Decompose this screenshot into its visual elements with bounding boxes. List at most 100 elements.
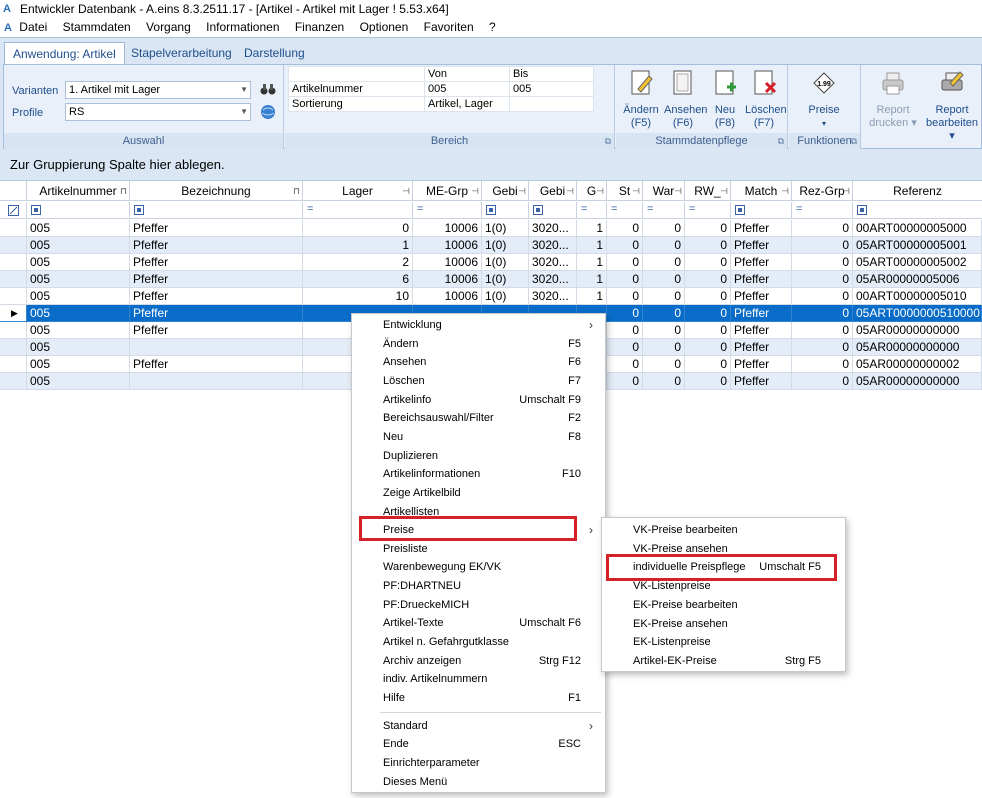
context-menu-item[interactable]: Artikel-Texte Umschalt F6 [352,614,605,633]
cell-referenz[interactable]: 05AR00000005006 [853,271,982,288]
cell-st[interactable]: 0 [607,271,643,288]
binoculars-icon[interactable] [260,82,276,96]
filter-lager[interactable]: = [303,202,413,219]
profile-combo[interactable]: RS ▼ [65,103,251,121]
cell-gebi-2[interactable]: 3020... [529,237,577,254]
submenu-item[interactable]: VK-Preise bearbeiten [602,521,845,540]
cell-st[interactable]: 0 [607,288,643,305]
dialog-launcher-icon[interactable]: ⧉ [851,136,857,147]
report-drucken-button[interactable]: Report drucken ▾ [868,69,918,130]
context-menu-item[interactable]: Ansehen F6 [352,353,605,372]
menu-vorgang[interactable]: Vorgang [146,20,191,34]
cell-rez-grp[interactable]: 0 [792,271,853,288]
table-row[interactable]: 005 Pfeffer 6 10006 1(0) 3020... 1 0 0 0 Pfeffer 0 0… [0,271,982,288]
cell-referenz[interactable]: 05AR00000000000 [853,339,982,356]
cell-artikelnummer[interactable]: 005 [27,356,130,373]
cell-bezeichnung[interactable] [130,339,303,356]
context-menu-item[interactable]: Dieses Menü [352,773,605,792]
cell-g[interactable]: 1 [577,271,607,288]
cell-st[interactable]: 0 [607,373,643,390]
cell-rez-grp[interactable]: 0 [792,339,853,356]
cell-match[interactable]: Pfeffer [731,356,792,373]
cell-rez-grp[interactable]: 0 [792,322,853,339]
cell-gebi-2[interactable]: 3020... [529,220,577,237]
cell-referenz[interactable]: 05ART00000005002 [853,254,982,271]
col-st[interactable]: St ⊣ [607,181,643,201]
context-menu-item[interactable]: PF:DrueckeMICH [352,596,605,615]
table-row[interactable]: 005 Pfeffer 10 10006 1(0) 3020... 1 0 0 0 Pfeffer 0… [0,288,982,305]
aendern-button[interactable]: Ändern (F5) [622,69,660,130]
row-indicator[interactable] [0,271,27,288]
loeschen-button[interactable]: Löschen (F7) [745,69,787,130]
cell-g[interactable]: 1 [577,288,607,305]
submenu-item[interactable]: EK-Preise ansehen [602,615,845,634]
context-menu-item[interactable]: Zeige Artikelbild [352,484,605,503]
cell-artikelnummer[interactable]: 005 [27,322,130,339]
cell-war[interactable]: 0 [643,288,685,305]
cell-lager[interactable]: 0 [303,220,413,237]
submenu-item[interactable]: EK-Listenpreise [602,633,845,652]
context-menu-item[interactable]: Löschen F7 [352,372,605,391]
cell-rez-grp[interactable]: 0 [792,305,853,322]
neu-button[interactable]: Neu (F8) [706,69,744,130]
cell-match[interactable]: Pfeffer [731,322,792,339]
cell-me-grp[interactable]: 10006 [413,220,482,237]
cell-st[interactable]: 0 [607,237,643,254]
cell-bezeichnung[interactable]: Pfeffer [130,220,303,237]
cell-gebi-1[interactable]: 1(0) [482,271,529,288]
cell-referenz[interactable]: 05AR00000000000 [853,373,982,390]
cell-gebi-2[interactable]: 3020... [529,288,577,305]
filter-match[interactable] [731,202,792,219]
cell-st[interactable]: 0 [607,305,643,322]
cell-bezeichnung[interactable]: Pfeffer [130,237,303,254]
bereich-von-field[interactable]: Artikel, Lager [424,96,510,112]
cell-war[interactable]: 0 [643,271,685,288]
filter-bezeichnung[interactable] [130,202,303,219]
context-menu-item[interactable]: indiv. Artikelnummern [352,670,605,689]
col-artikelnummer[interactable]: Artikelnummer ⊓ [27,181,130,201]
cell-referenz[interactable]: 05ART0000000510000 [853,305,982,322]
col-match[interactable]: Match ⊣ [731,181,792,201]
globe-icon[interactable] [260,104,276,120]
cell-rw[interactable]: 0 [685,288,731,305]
cell-rw[interactable]: 0 [685,339,731,356]
table-row[interactable]: 005 Pfeffer 2 10006 1(0) 3020... 1 0 0 0 Pfeffer 0 0… [0,254,982,271]
cell-artikelnummer[interactable]: 005 [27,271,130,288]
cell-war[interactable]: 0 [643,356,685,373]
table-row[interactable]: 005 Pfeffer 0 10006 1(0) 3020... 1 0 0 0 Pfeffer 0 0… [0,220,982,237]
filter-g[interactable]: = [577,202,607,219]
cell-match[interactable]: Pfeffer [731,305,792,322]
report-bearbeiten-button[interactable]: Report bearbeiten ▾ [922,69,982,143]
filter-gebi-1[interactable] [482,202,529,219]
context-menu-item[interactable]: Neu F8 [352,428,605,447]
cell-gebi-2[interactable]: 3020... [529,271,577,288]
cell-st[interactable]: 0 [607,339,643,356]
cell-artikelnummer[interactable]: 005 [27,288,130,305]
menu-stammdaten[interactable]: Stammdaten [63,20,131,34]
cell-referenz[interactable]: 05ART00000005001 [853,237,982,254]
col-war[interactable]: War ⊣ [643,181,685,201]
menu-informationen[interactable]: Informationen [206,20,279,34]
filter-artikelnummer[interactable] [27,202,130,219]
cell-bezeichnung[interactable]: Pfeffer [130,271,303,288]
tab-anwendung-artikel[interactable]: Anwendung: Artikel [4,42,125,64]
cell-match[interactable]: Pfeffer [731,373,792,390]
submenu-item[interactable]: Artikel-EK-Preise Strg F5 [602,652,845,671]
cell-rez-grp[interactable]: 0 [792,373,853,390]
context-menu-item[interactable]: Einrichterparameter [352,754,605,773]
cell-st[interactable]: 0 [607,356,643,373]
filter-rw[interactable]: = [685,202,731,219]
row-indicator[interactable] [0,220,27,237]
cell-g[interactable]: 1 [577,237,607,254]
ansehen-button[interactable]: Ansehen (F6) [664,69,707,130]
cell-war[interactable]: 0 [643,305,685,322]
filter-referenz[interactable] [853,202,982,219]
cell-war[interactable]: 0 [643,237,685,254]
menu-datei[interactable]: Datei [19,20,47,34]
context-menu-item[interactable]: Preisliste [352,540,605,559]
menu-help[interactable]: ? [489,20,496,34]
cell-bezeichnung[interactable]: Pfeffer [130,254,303,271]
context-menu-item[interactable]: Archiv anzeigen Strg F12 [352,652,605,671]
context-menu-item[interactable]: Artikelinfo Umschalt F9 [352,391,605,410]
cell-lager[interactable]: 10 [303,288,413,305]
